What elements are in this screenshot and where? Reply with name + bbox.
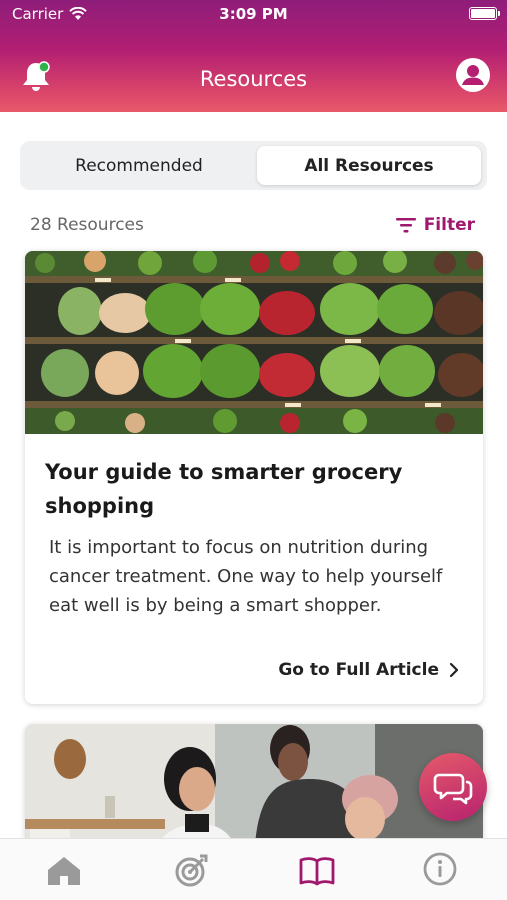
- page-title: Resources: [199, 67, 308, 91]
- card-description: It is important to focus on nutrition du…: [49, 537, 443, 616]
- resource-card[interactable]: Your guide to smarter grocery shopping I…: [25, 251, 483, 704]
- chat-icon: [433, 773, 473, 805]
- full-article-link[interactable]: Go to Full Article: [278, 660, 459, 680]
- info-icon: [423, 852, 457, 886]
- chat-button[interactable]: [419, 753, 487, 821]
- bottom-tab-bar: [0, 838, 507, 900]
- tab-recommended[interactable]: Recommended: [25, 146, 253, 185]
- status-bar: Carrier 3:09 PM: [0, 0, 507, 28]
- filter-icon: [395, 218, 416, 233]
- chevron-right-icon: [449, 662, 459, 678]
- full-article-label: Go to Full Article: [278, 660, 439, 680]
- filter-button[interactable]: Filter: [395, 215, 475, 235]
- tab-home[interactable]: [44, 851, 84, 891]
- tab-all-resources[interactable]: All Resources: [257, 146, 481, 185]
- home-icon: [48, 857, 80, 885]
- tab-info[interactable]: [420, 849, 460, 889]
- title-bar: Resources: [0, 55, 507, 95]
- filter-label: Filter: [423, 215, 475, 235]
- tab-resources[interactable]: [297, 851, 337, 891]
- app-header: Carrier 3:09 PM Resources: [0, 0, 507, 112]
- battery-icon: [469, 7, 500, 20]
- profile-button[interactable]: [456, 58, 490, 92]
- grocery-shelf-image: [25, 251, 483, 434]
- resource-segmented-control: Recommended All Resources: [20, 141, 487, 190]
- resource-count: 28 Resources: [30, 215, 144, 235]
- card-title: Your guide to smarter grocery shopping: [45, 460, 403, 518]
- status-time: 3:09 PM: [219, 5, 288, 23]
- user-icon: [462, 65, 484, 85]
- target-icon: [175, 854, 208, 887]
- tab-goals[interactable]: [171, 851, 211, 891]
- results-bar: 28 Resources Filter: [30, 213, 477, 239]
- book-icon: [299, 857, 335, 886]
